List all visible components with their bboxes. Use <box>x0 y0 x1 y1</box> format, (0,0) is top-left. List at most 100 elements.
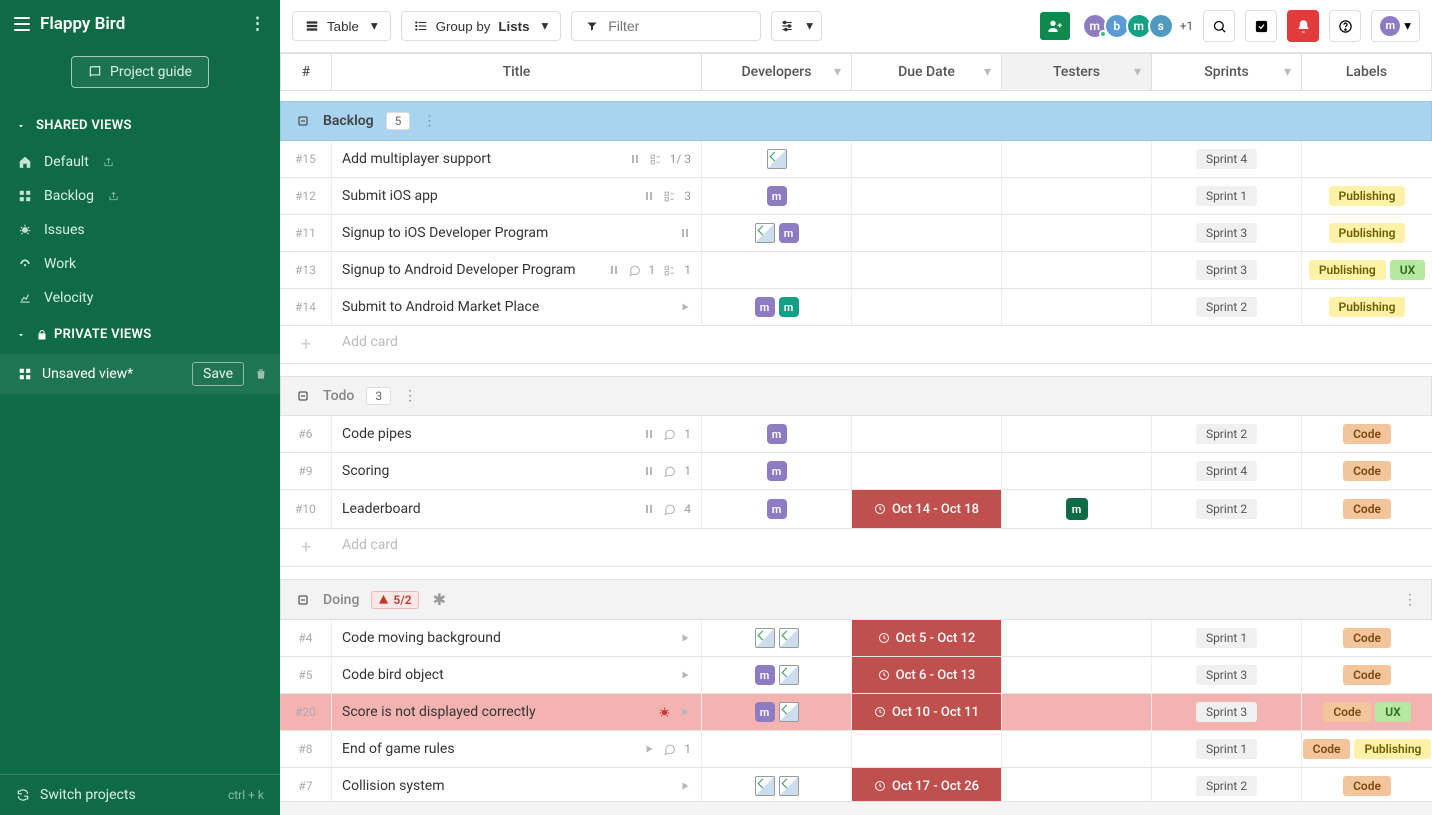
col-sprints[interactable]: Sprints▾ <box>1152 53 1302 91</box>
row-duedate[interactable]: Oct 14 - Oct 18 <box>852 490 1002 528</box>
group-header-doing[interactable]: Doing 5/2✱ ⋮ <box>280 579 1432 620</box>
row-duedate[interactable] <box>852 416 1002 452</box>
row-title[interactable]: Code bird object <box>342 667 673 683</box>
sprint-chip[interactable]: Sprint 3 <box>1196 223 1257 243</box>
row-sprint[interactable]: Sprint 2 <box>1152 490 1302 528</box>
label-chip[interactable]: Publishing <box>1329 297 1406 317</box>
row-developers[interactable] <box>702 252 852 288</box>
row-testers[interactable] <box>1002 768 1152 801</box>
row-title[interactable]: Add multiplayer support <box>342 151 623 167</box>
row-testers[interactable] <box>1002 694 1152 730</box>
due-date-chip[interactable]: Oct 10 - Oct 11 <box>852 694 1001 730</box>
project-name[interactable]: Flappy Bird <box>40 14 125 34</box>
row-testers[interactable] <box>1002 416 1152 452</box>
sprint-chip[interactable]: Sprint 4 <box>1196 461 1257 481</box>
sidebar-item-issues[interactable]: Issues <box>0 213 280 247</box>
developer-avatar[interactable] <box>755 628 775 648</box>
row-labels[interactable]: Publishing <box>1302 289 1432 325</box>
row-sprint[interactable]: Sprint 3 <box>1152 215 1302 251</box>
table-row[interactable]: #13 Signup to Android Developer Program1… <box>280 252 1432 289</box>
tester-avatar[interactable]: m <box>1066 498 1088 520</box>
sprint-chip[interactable]: Sprint 1 <box>1196 628 1257 648</box>
view-table-button[interactable]: Table ▾ <box>292 11 391 41</box>
row-developers[interactable]: m <box>702 416 852 452</box>
row-title[interactable]: Code pipes <box>342 426 637 442</box>
row-developers[interactable]: mm <box>702 289 852 325</box>
developer-avatar[interactable]: m <box>767 186 787 206</box>
add-card-placeholder[interactable]: Add card <box>332 326 702 363</box>
row-duedate[interactable]: Oct 6 - Oct 13 <box>852 657 1002 693</box>
row-duedate[interactable] <box>852 178 1002 214</box>
switch-projects-button[interactable]: Switch projects ctrl + k <box>0 774 280 815</box>
row-sprint[interactable]: Sprint 3 <box>1152 252 1302 288</box>
filter-input[interactable] <box>608 18 746 34</box>
table-row[interactable]: #14 Submit to Android Market Place mm Sp… <box>280 289 1432 326</box>
developer-avatar[interactable]: m <box>779 223 799 243</box>
row-developers[interactable] <box>702 731 852 767</box>
row-labels[interactable]: Code <box>1302 490 1432 528</box>
table-row[interactable]: #20 Score is not displayed correctly m O… <box>280 694 1432 731</box>
col-developers[interactable]: Developers▾ <box>702 53 852 91</box>
trash-icon[interactable] <box>254 367 268 381</box>
project-guide-button[interactable]: Project guide <box>71 56 209 88</box>
developer-avatar[interactable] <box>779 776 799 796</box>
developer-avatar[interactable]: m <box>755 297 775 317</box>
row-labels[interactable]: Publishing <box>1302 178 1432 214</box>
group-menu-icon[interactable]: ⋮ <box>403 388 417 404</box>
search-button[interactable] <box>1203 10 1235 42</box>
developer-avatar[interactable]: m <box>779 297 799 317</box>
table-row[interactable]: #12 Submit iOS app3 m Sprint 1 Publishin… <box>280 178 1432 215</box>
group-menu-icon[interactable]: ⋮ <box>422 113 436 129</box>
group-header-backlog[interactable]: Backlog 5 ⋮ <box>280 101 1432 141</box>
col-duedate[interactable]: Due Date▾ <box>852 53 1002 91</box>
collapse-icon[interactable] <box>295 113 311 129</box>
developer-avatar[interactable] <box>779 628 799 648</box>
row-sprint[interactable]: Sprint 3 <box>1152 694 1302 730</box>
settings-button[interactable]: ▾ <box>771 11 822 41</box>
row-duedate[interactable] <box>852 731 1002 767</box>
row-duedate[interactable]: Oct 17 - Oct 26 <box>852 768 1002 801</box>
row-duedate[interactable] <box>852 252 1002 288</box>
developer-avatar[interactable]: m <box>767 461 787 481</box>
row-testers[interactable] <box>1002 141 1152 177</box>
due-date-chip[interactable]: Oct 6 - Oct 13 <box>852 657 1001 693</box>
row-testers[interactable] <box>1002 252 1152 288</box>
avatar[interactable]: s <box>1148 13 1174 39</box>
label-chip[interactable]: Code <box>1343 499 1391 519</box>
row-developers[interactable]: m <box>702 694 852 730</box>
row-sprint[interactable]: Sprint 2 <box>1152 289 1302 325</box>
label-chip[interactable]: Code <box>1303 739 1351 759</box>
label-chip[interactable]: Publishing <box>1309 260 1386 280</box>
row-sprint[interactable]: Sprint 2 <box>1152 768 1302 801</box>
menu-icon[interactable] <box>14 17 30 31</box>
col-num[interactable]: # <box>280 53 332 91</box>
row-labels[interactable]: Code <box>1302 620 1432 656</box>
row-sprint[interactable]: Sprint 1 <box>1152 620 1302 656</box>
due-date-chip[interactable]: Oct 14 - Oct 18 <box>852 490 1001 528</box>
row-title[interactable]: Signup to iOS Developer Program <box>342 225 673 241</box>
sprint-chip[interactable]: Sprint 4 <box>1196 149 1257 169</box>
sidebar-item-default[interactable]: Default <box>0 145 280 179</box>
developer-avatar[interactable]: m <box>755 702 775 722</box>
collapse-icon[interactable] <box>295 388 311 404</box>
unsaved-view-row[interactable]: Unsaved view* Save <box>0 354 280 394</box>
table-row[interactable]: #10 Leaderboard4 m Oct 14 - Oct 18 m Spr… <box>280 490 1432 529</box>
developer-avatar[interactable]: m <box>755 665 775 685</box>
sprint-chip[interactable]: Sprint 2 <box>1196 499 1257 519</box>
due-date-chip[interactable]: Oct 5 - Oct 12 <box>852 620 1001 656</box>
row-title[interactable]: Collision system <box>342 778 673 794</box>
group-menu-icon[interactable]: ⋮ <box>1403 592 1417 608</box>
row-developers[interactable] <box>702 768 852 801</box>
row-duedate[interactable] <box>852 453 1002 489</box>
shared-views-header[interactable]: SHARED VIEWS <box>0 106 280 145</box>
sprint-chip[interactable]: Sprint 2 <box>1196 776 1257 796</box>
developer-avatar[interactable]: m <box>767 499 787 519</box>
sidebar-item-backlog[interactable]: Backlog <box>0 179 280 213</box>
row-title[interactable]: Leaderboard <box>342 501 637 517</box>
row-developers[interactable]: m <box>702 453 852 489</box>
member-avatars[interactable]: m b m s +1 <box>1086 13 1194 39</box>
table-row[interactable]: #6 Code pipes1 m Sprint 2 Code <box>280 416 1432 453</box>
developer-avatar[interactable] <box>779 665 799 685</box>
row-labels[interactable]: Code <box>1302 453 1432 489</box>
row-labels[interactable]: CodeUX <box>1302 694 1432 730</box>
